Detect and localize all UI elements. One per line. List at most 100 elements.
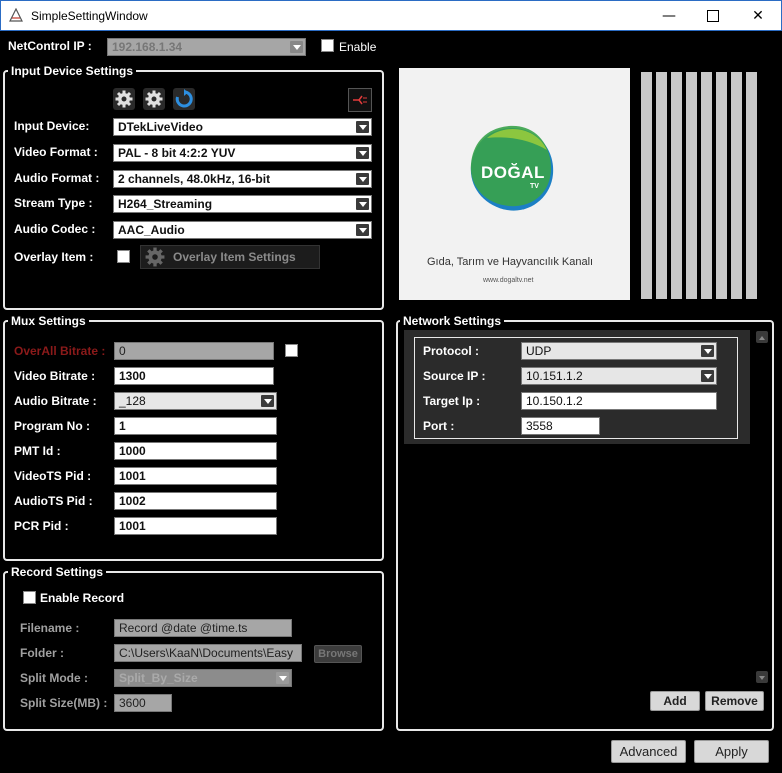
disconnect-button[interactable] <box>348 88 372 112</box>
audio-ts-pid-field[interactable]: 1002 <box>114 492 277 510</box>
chevron-down-icon <box>701 370 714 382</box>
video-ts-pid-label: VideoTS Pid : <box>14 469 92 483</box>
audio-meter-bar <box>656 72 667 299</box>
brand-sub: TV <box>530 183 539 190</box>
overall-bitrate-label: OverAll Bitrate : <box>14 344 106 358</box>
audio-meter-bar <box>701 72 712 299</box>
audio-meter-bar <box>731 72 742 299</box>
audio-format-value: 2 channels, 48.0kHz, 16-bit <box>118 172 271 186</box>
audio-codec-select[interactable]: AAC_Audio <box>113 221 372 239</box>
pcr-pid-field[interactable]: 1001 <box>114 517 277 535</box>
remove-network-button[interactable]: Remove <box>705 691 764 711</box>
brand-name: DOĞAL <box>481 163 545 182</box>
netcontrol-ip-label: NetControl IP : <box>8 39 92 53</box>
enable-record-checkbox[interactable] <box>23 591 36 604</box>
pmt-id-label: PMT Id : <box>14 444 61 458</box>
pmt-id-field[interactable]: 1000 <box>114 442 277 460</box>
filename-label: Filename : <box>20 621 80 635</box>
maximize-icon <box>707 10 719 22</box>
record-settings-title: Record Settings <box>8 565 107 579</box>
pcr-pid-label: PCR Pid : <box>14 519 69 533</box>
overall-bitrate-field: 0 <box>114 342 274 360</box>
split-mode-select[interactable]: Split_By_Size <box>114 669 292 687</box>
maximize-button[interactable] <box>690 1 736 31</box>
tagline: Gıda, Tarım ve Hayvancılık Kanalı <box>427 256 594 268</box>
program-no-field[interactable]: 1 <box>114 417 277 435</box>
overlay-item-settings-button[interactable]: Overlay Item Settings <box>140 245 320 269</box>
mux-settings-title: Mux Settings <box>8 314 89 328</box>
audio-ts-pid-label: AudioTS Pid : <box>14 494 93 508</box>
apply-button[interactable]: Apply <box>694 740 769 763</box>
audio-meter-bar <box>641 72 652 299</box>
chevron-down-icon <box>276 672 289 684</box>
video-ts-pid-field[interactable]: 1001 <box>114 467 277 485</box>
netcontrol-enable-label: Enable <box>339 40 377 54</box>
netcontrol-ip-value: 192.168.1.34 <box>112 40 183 54</box>
target-ip-field[interactable]: 10.150.1.2 <box>521 392 717 410</box>
input-device-select[interactable]: DTekLiveVideo <box>113 118 372 136</box>
overlay-item-label: Overlay Item : <box>14 250 94 264</box>
enable-record-label: Enable Record <box>40 591 125 605</box>
video-format-label: Video Format : <box>14 145 98 159</box>
advanced-button[interactable]: Advanced <box>611 740 686 763</box>
audio-bitrate-value: _128 <box>119 394 146 408</box>
port-label: Port : <box>423 419 455 433</box>
filename-field[interactable]: Record @date @time.ts <box>114 619 292 637</box>
audio-meter-bar <box>716 72 727 299</box>
close-icon: ✕ <box>752 8 764 24</box>
window-title: SimpleSettingWindow <box>31 9 148 23</box>
add-network-button[interactable]: Add <box>650 691 700 711</box>
program-no-label: Program No : <box>14 419 91 433</box>
chevron-down-icon <box>356 121 369 133</box>
netcontrol-enable-checkbox[interactable] <box>321 39 334 52</box>
browse-button[interactable]: Browse <box>314 645 362 663</box>
format-settings-button[interactable] <box>143 88 165 110</box>
overlay-item-checkbox[interactable] <box>117 250 130 263</box>
audio-format-select[interactable]: 2 channels, 48.0kHz, 16-bit <box>113 170 372 188</box>
split-mode-value: Split_By_Size <box>119 671 198 685</box>
target-ip-label: Target Ip : <box>423 394 481 408</box>
protocol-value: UDP <box>526 344 552 358</box>
audio-codec-label: Audio Codec : <box>14 222 96 236</box>
gear-icon <box>145 247 165 267</box>
scroll-up-button[interactable] <box>756 331 768 343</box>
split-size-field[interactable]: 3600 <box>114 694 172 712</box>
refresh-button[interactable] <box>173 88 195 110</box>
protocol-select[interactable]: UDP <box>521 342 717 360</box>
audio-meter-bar <box>746 72 757 299</box>
input-device-value: DTekLiveVideo <box>118 120 203 134</box>
video-bitrate-field[interactable]: 1300 <box>114 367 274 385</box>
scroll-down-button[interactable] <box>756 671 768 683</box>
refresh-icon <box>175 89 193 108</box>
port-field[interactable]: 3558 <box>521 417 600 435</box>
audio-format-label: Audio Format : <box>14 171 100 185</box>
folder-field[interactable]: C:\Users\KaaN\Documents\Easy <box>114 644 302 662</box>
video-format-value: PAL - 8 bit 4:2:2 YUV <box>118 146 236 160</box>
audio-bitrate-select[interactable]: _128 <box>114 392 277 410</box>
gear-icon <box>115 90 133 108</box>
unplug-icon <box>353 95 367 105</box>
input-device-label: Input Device: <box>14 119 90 133</box>
chevron-down-icon <box>290 41 303 53</box>
netcontrol-ip-select[interactable]: 192.168.1.34 <box>107 38 306 56</box>
chevron-up-icon <box>759 336 765 340</box>
split-size-label: Split Size(MB) : <box>20 696 108 710</box>
stream-type-label: Stream Type : <box>14 196 93 210</box>
split-mode-label: Split Mode : <box>20 671 88 685</box>
stream-type-select[interactable]: H264_Streaming <box>113 195 372 213</box>
chevron-down-icon <box>356 173 369 185</box>
video-format-select[interactable]: PAL - 8 bit 4:2:2 YUV <box>113 144 372 162</box>
source-ip-select[interactable]: 10.151.1.2 <box>521 367 717 385</box>
source-ip-value: 10.151.1.2 <box>526 369 583 383</box>
chevron-down-icon <box>356 224 369 236</box>
minimize-button[interactable]: — <box>646 1 692 31</box>
close-button[interactable]: ✕ <box>735 1 781 31</box>
video-bitrate-label: Video Bitrate : <box>14 369 96 383</box>
chevron-down-icon <box>356 198 369 210</box>
overall-bitrate-checkbox[interactable] <box>285 344 298 357</box>
chevron-down-icon <box>356 147 369 159</box>
device-settings-button[interactable] <box>113 88 135 110</box>
input-device-title: Input Device Settings <box>8 64 137 78</box>
audio-bitrate-label: Audio Bitrate : <box>14 394 97 408</box>
network-settings-title: Network Settings <box>400 314 505 328</box>
